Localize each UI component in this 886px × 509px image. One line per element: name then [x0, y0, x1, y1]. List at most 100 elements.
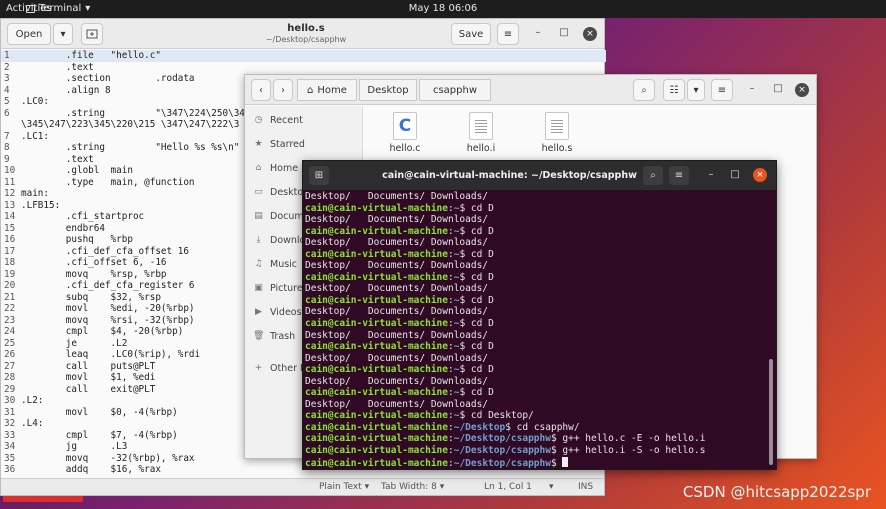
save-button[interactable]: Save	[451, 23, 491, 45]
line-text: movq %rsp, %rbp	[21, 268, 167, 280]
file-item-hello-s[interactable]: hello.s	[532, 112, 582, 154]
terminal-line: Desktop/ Documents/ Downloads/	[305, 376, 768, 388]
clock[interactable]: May 18 06:06	[0, 3, 886, 14]
view-list-button[interactable]: ☷	[663, 79, 685, 101]
line-text: je .L2	[21, 337, 128, 349]
line-text: leaq .LC0(%rip), %rdi	[21, 349, 201, 360]
sidebar-item-trash[interactable]: 🗑 Trash	[253, 328, 295, 344]
close-button[interactable]: ×	[795, 83, 809, 97]
insert-mode[interactable]: INS	[578, 482, 593, 492]
menu-button[interactable]: ≡	[669, 166, 689, 185]
terminal-line: Desktop/ Documents/ Downloads/	[305, 191, 768, 203]
file-item-hello-c[interactable]: C hello.c	[380, 112, 430, 154]
line-text: .align 8	[21, 84, 111, 96]
prompt-symbol: $	[459, 387, 471, 399]
tab-width-selector[interactable]: Tab Width: 8 ▾	[381, 482, 444, 492]
view-options-button[interactable]: ▾	[687, 79, 705, 101]
breadcrumb-desktop[interactable]: Desktop	[359, 79, 417, 101]
close-button[interactable]: ×	[583, 27, 597, 41]
line-text: .L4:	[21, 418, 44, 429]
minimize-button[interactable]: –	[745, 83, 759, 94]
prompt-user: cain@cain-virtual-machine	[305, 445, 448, 457]
line-number: 18	[4, 257, 16, 268]
prompt-path: ~/Desktop/csapphw	[453, 445, 551, 457]
new-tab-button[interactable]	[81, 23, 103, 45]
breadcrumb-home[interactable]: ⌂ Home	[297, 79, 357, 101]
prompt-user: cain@cain-virtual-machine	[305, 364, 448, 376]
file-item-hello-i[interactable]: hello.i	[456, 112, 506, 154]
command-text: cd D	[470, 294, 494, 306]
terminal-scrollbar[interactable]	[769, 359, 773, 465]
command-text: cd D	[470, 341, 494, 353]
hamburger-icon: ≡	[674, 170, 684, 181]
prompt-symbol: $	[459, 271, 471, 283]
list-view-icon: ☷	[669, 84, 679, 96]
terminal-title: cain@cain-virtual-machine: ~/Desktop/csa…	[382, 170, 637, 181]
sidebar-item-desktop[interactable]: ▭ Desktop	[253, 184, 309, 200]
open-menu-button[interactable]: ▾	[53, 23, 73, 45]
maximize-button[interactable]: □	[729, 169, 741, 180]
prompt-symbol: $	[459, 294, 471, 306]
prompt-user: cain@cain-virtual-machine	[305, 294, 448, 306]
chevron-down-icon: ▾	[693, 84, 699, 96]
prompt-path: ~/Desktop/csapphw	[453, 457, 551, 469]
document-path: ~/Desktop/csapphw	[265, 35, 347, 44]
line-text: .LC1:	[21, 130, 49, 142]
new-tab-button[interactable]: ⊞	[309, 166, 329, 185]
terminal-line: Desktop/ Documents/ Downloads/	[305, 214, 768, 226]
command-text: cd D	[470, 364, 494, 376]
close-button[interactable]: ×	[753, 168, 767, 182]
line-number: 5	[4, 96, 10, 107]
prompt-symbol: $	[550, 433, 563, 445]
sidebar-item-home[interactable]: ⌂ Home	[253, 160, 298, 176]
line-text: pushq %rbp	[21, 234, 133, 245]
terminal-window: ⊞ cain@cain-virtual-machine: ~/Desktop/c…	[302, 160, 777, 470]
search-button[interactable]: ⌕	[643, 166, 663, 185]
menu-button[interactable]: ≡	[711, 79, 733, 101]
terminal-line: Desktop/ Documents/ Downloads/	[305, 306, 768, 318]
sidebar-item-recent[interactable]: ◷ Recent	[253, 112, 303, 128]
sidebar-item-label: Starred	[270, 138, 305, 150]
line-number: 3	[4, 73, 10, 84]
music-icon: ♫	[254, 259, 263, 269]
line-number: 15	[4, 222, 16, 234]
forward-button[interactable]: ›	[273, 79, 293, 101]
terminal-line: cain@cain-virtual-machine:~$ cd D	[305, 341, 768, 353]
line-text: .string "\347\224\250\34	[21, 107, 245, 119]
open-button[interactable]: Open	[7, 23, 51, 45]
line-number: 29	[4, 383, 16, 395]
minimize-button[interactable]: –	[705, 169, 717, 180]
output-text: Desktop/ Documents/ Downloads/	[305, 375, 489, 387]
line-text: addq $16, %rax	[21, 464, 161, 475]
sidebar-item-videos[interactable]: ▶ Videos	[253, 304, 302, 320]
breadcrumb-csapphw[interactable]: csapphw	[419, 79, 491, 101]
line-text: .cfi_offset 6, -16	[21, 257, 167, 268]
terminal-output[interactable]: Desktop/ Documents/ Downloads/cain@cain-…	[303, 191, 768, 471]
line-number: 36	[4, 464, 16, 475]
chevron-down-icon[interactable]: ▾	[549, 482, 554, 492]
maximize-button[interactable]: □	[771, 83, 785, 94]
prompt-symbol: $	[459, 225, 471, 237]
prompt-symbol: $	[550, 457, 563, 469]
sidebar-item-starred[interactable]: ★ Starred	[253, 136, 305, 152]
line-text: movl %edi, -20(%rbp)	[21, 303, 195, 314]
sidebar-item-pictures[interactable]: ▣ Pictures	[253, 280, 307, 296]
line-number: 21	[4, 291, 16, 303]
maximize-button[interactable]: □	[557, 27, 571, 38]
back-button[interactable]: ‹	[251, 79, 271, 101]
search-button[interactable]: ⌕	[633, 79, 655, 101]
terminal-line: Desktop/ Documents/ Downloads/	[305, 283, 768, 295]
language-selector[interactable]: Plain Text ▾	[319, 482, 369, 492]
prompt-user: cain@cain-virtual-machine	[305, 410, 448, 422]
terminal-line: Desktop/ Documents/ Downloads/	[305, 399, 768, 411]
cursor-position[interactable]: Ln 1, Col 1	[484, 482, 532, 492]
output-text: Desktop/ Documents/ Downloads/	[305, 306, 489, 318]
text-file-icon	[545, 112, 569, 140]
line-text: .L2:	[21, 395, 44, 406]
hamburger-icon: ≡	[503, 28, 513, 40]
minimize-button[interactable]: –	[531, 27, 545, 38]
sidebar-item-label: Recent	[270, 114, 303, 126]
line-number: 34	[4, 441, 16, 452]
menu-button[interactable]: ≡	[497, 23, 519, 45]
sidebar-item-music[interactable]: ♫ Music	[253, 256, 297, 272]
